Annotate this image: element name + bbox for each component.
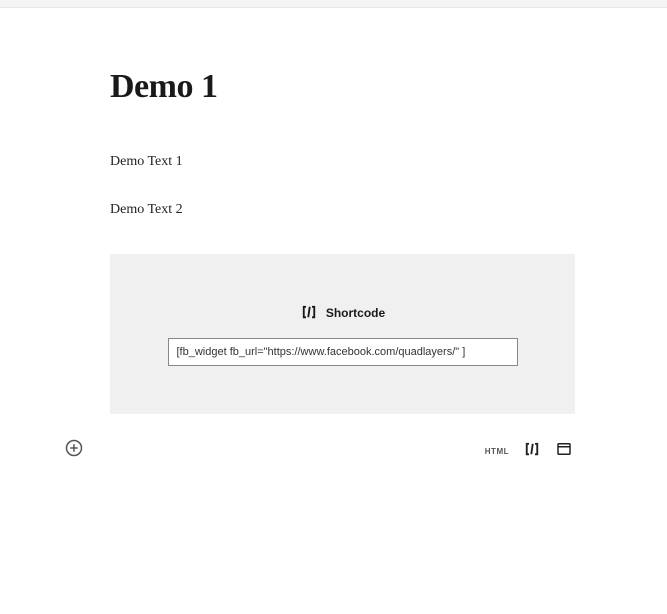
shortcode-block-label: Shortcode xyxy=(326,306,385,320)
block-type-toolbar: HTML xyxy=(485,440,573,463)
shortcode-block-header: Shortcode xyxy=(300,303,385,324)
add-block-button[interactable] xyxy=(64,440,84,460)
html-icon: HTML xyxy=(485,447,509,456)
content-area: Demo 1 Demo Text 1 Demo Text 2 Shortcode xyxy=(110,68,575,414)
shortcode-input[interactable] xyxy=(168,338,518,366)
html-block-button[interactable]: HTML xyxy=(485,447,509,456)
page-title[interactable]: Demo 1 xyxy=(110,68,575,106)
paragraph-block[interactable]: Demo Text 1 xyxy=(110,154,575,170)
editor-canvas: Demo 1 Demo Text 1 Demo Text 2 Shortcode xyxy=(0,8,667,614)
paragraph-block[interactable]: Demo Text 2 xyxy=(110,202,575,218)
shortcode-icon xyxy=(300,303,318,324)
widget-icon xyxy=(555,440,573,463)
widget-block-button[interactable] xyxy=(555,440,573,463)
top-divider xyxy=(0,0,667,8)
add-icon xyxy=(64,438,84,463)
shortcode-block-button[interactable] xyxy=(523,440,541,463)
shortcode-tool-icon xyxy=(523,440,541,463)
shortcode-block[interactable]: Shortcode xyxy=(110,254,575,414)
